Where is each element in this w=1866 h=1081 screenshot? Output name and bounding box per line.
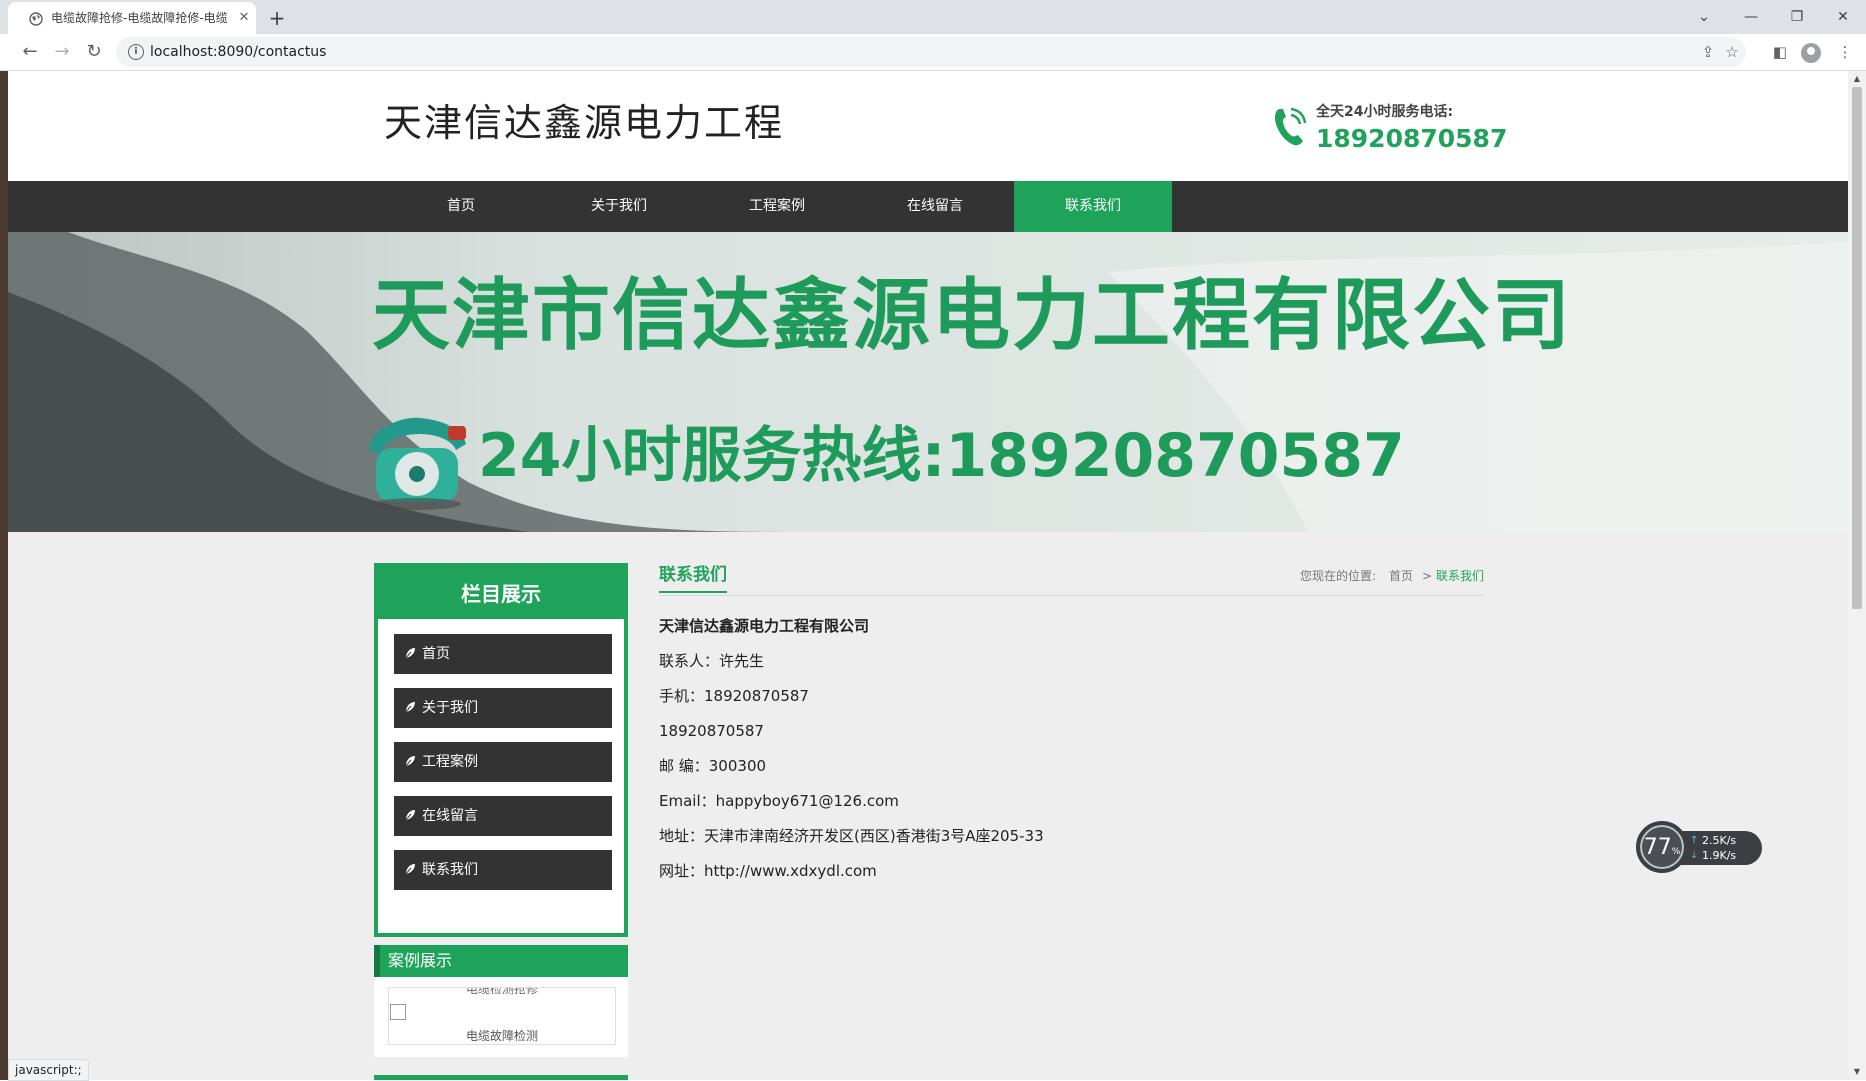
back-icon[interactable]: ← xyxy=(18,40,42,64)
site-logo[interactable]: 天津信达鑫源电力工程 xyxy=(384,99,784,147)
sidebar-item-label: 工程案例 xyxy=(422,754,478,770)
upload-arrow-icon: ↑ xyxy=(1690,835,1699,846)
bookmark-star-icon[interactable]: ☆ xyxy=(1722,42,1742,62)
site-header: 天津信达鑫源电力工程 全天24小时服务电话: 18920870587 xyxy=(8,71,1848,181)
hotline-label: 全天24小时服务电话: xyxy=(1316,104,1454,120)
sidebar-item-contact[interactable]: 联系我们 xyxy=(394,850,612,890)
next-section-border xyxy=(374,1075,628,1080)
hero-banner: 天津市信达鑫源电力工程有限公司 24小时服务热线:18920870587 xyxy=(8,232,1848,532)
breadcrumb-current: 联系我们 xyxy=(1436,569,1485,583)
address: 地址：天津市津南经济开发区(西区)香港街3号A座205-33 xyxy=(659,827,1044,845)
breadcrumb-separator: > xyxy=(1422,569,1433,583)
page-scrollbar[interactable]: ▲ ▼ xyxy=(1848,71,1866,1080)
website: 网址：http://www.xdxydl.com xyxy=(659,862,877,880)
title-divider xyxy=(659,595,1485,596)
url-text[interactable]: localhost:8090/contactus xyxy=(150,43,326,61)
leaf-icon xyxy=(404,756,415,767)
menu-kebab-icon[interactable]: ⋮ xyxy=(1833,40,1857,64)
telephone-icon xyxy=(368,417,466,510)
restore-button[interactable]: ❐ xyxy=(1785,5,1809,29)
download-speed: 1.9K/s xyxy=(1702,849,1737,862)
broken-image-placeholder xyxy=(390,1004,406,1020)
tab-strip: 电缆故障抢修-电缆故障抢修-电缆 ✕ + ⌄ — ❐ ✕ xyxy=(0,0,1866,34)
sidebar-item-label: 关于我们 xyxy=(422,700,478,716)
contact-person: 联系人：许先生 xyxy=(659,652,765,670)
link-status-bar: javascript:; xyxy=(8,1059,89,1081)
secondary-phone: 18920870587 xyxy=(659,722,764,740)
sidebar-item-label: 在线留言 xyxy=(422,808,478,824)
case-card-top-text: 电缆检测抢修 xyxy=(465,987,538,996)
sidebar-heading: 栏目展示 xyxy=(378,567,624,619)
scroll-thumb[interactable] xyxy=(1852,87,1862,609)
upload-speed: 2.5K/s xyxy=(1702,834,1737,847)
company-name: 天津信达鑫源电力工程有限公司 xyxy=(659,617,870,635)
speed-readout: ↑ 2.5K/s ↓ 1.9K/s xyxy=(1676,831,1762,865)
desktop-edge xyxy=(0,71,8,1080)
close-window-button[interactable]: ✕ xyxy=(1831,5,1855,29)
network-speed-widget[interactable]: ↑ 2.5K/s ↓ 1.9K/s 77% xyxy=(1636,821,1762,873)
email: Email：happyboy671@126.com xyxy=(659,792,899,810)
nav-item-cases[interactable]: 工程案例 xyxy=(698,181,856,232)
nav-item-home[interactable]: 首页 xyxy=(382,181,540,232)
nav-item-about[interactable]: 关于我们 xyxy=(540,181,698,232)
scroll-down-icon[interactable]: ▼ xyxy=(1848,1064,1866,1080)
sidebar-item-about[interactable]: 关于我们 xyxy=(394,688,612,728)
nav-item-contact[interactable]: 联系我们 xyxy=(1014,181,1172,232)
sidebar-item-label: 联系我们 xyxy=(422,862,478,878)
leaf-icon xyxy=(404,702,415,713)
phone-icon xyxy=(1275,107,1306,146)
leaf-icon xyxy=(404,648,415,659)
leaf-icon xyxy=(404,864,415,875)
reload-icon[interactable]: ↻ xyxy=(82,40,106,64)
case-showcase-box: 电缆检测抢修 电缆故障检测 xyxy=(374,977,628,1057)
browser-toolbar: ← → ↻ i localhost:8090/contactus ⇪ ☆ ◧ ⋮ xyxy=(0,34,1866,71)
postal-code: 邮 编：300300 xyxy=(659,757,767,775)
tab-title: 电缆故障抢修-电缆故障抢修-电缆 xyxy=(51,11,228,25)
site-info-icon[interactable]: i xyxy=(128,44,144,60)
case-card[interactable]: 电缆检测抢修 电缆故障检测 xyxy=(388,987,616,1045)
hotline-number: 18920870587 xyxy=(1316,124,1508,153)
download-arrow-icon: ↓ xyxy=(1690,850,1699,861)
page-title: 联系我们 xyxy=(659,563,727,593)
forward-icon[interactable]: → xyxy=(50,40,74,64)
minimize-button[interactable]: — xyxy=(1739,5,1763,29)
memory-usage-ring: 77% xyxy=(1636,821,1688,873)
address-bar[interactable]: i localhost:8090/contactus ⇪ ☆ xyxy=(116,37,1746,67)
scroll-up-icon[interactable]: ▲ xyxy=(1848,71,1866,87)
breadcrumb-home[interactable]: 首页 xyxy=(1389,568,1413,584)
side-panel-icon[interactable]: ◧ xyxy=(1768,40,1792,64)
sidebar-item-label: 首页 xyxy=(422,646,450,662)
banner-title: 天津市信达鑫源电力工程有限公司 xyxy=(372,271,1573,361)
sidebar-category-box: 栏目展示 首页 关于我们 工程案例 在线留言 联系我们 xyxy=(374,563,628,937)
mobile-phone: 手机：18920870587 xyxy=(659,687,809,705)
tab-close-icon[interactable]: ✕ xyxy=(235,9,253,27)
share-icon[interactable]: ⇪ xyxy=(1698,42,1718,62)
case-showcase-heading: 案例展示 xyxy=(374,945,628,977)
case-card-caption[interactable]: 电缆故障检测 xyxy=(389,1028,615,1044)
sidebar-item-home[interactable]: 首页 xyxy=(394,634,612,674)
leaf-icon xyxy=(404,810,415,821)
page-viewport: 天津信达鑫源电力工程 全天24小时服务电话: 18920870587 首页 关于… xyxy=(8,71,1848,1080)
sidebar-item-cases[interactable]: 工程案例 xyxy=(394,742,612,782)
browser-tab[interactable]: 电缆故障抢修-电缆故障抢修-电缆 ✕ xyxy=(8,2,256,34)
sidebar-item-message[interactable]: 在线留言 xyxy=(394,796,612,836)
breadcrumb-prefix: 您现在的位置: xyxy=(1300,569,1377,583)
new-tab-button[interactable]: + xyxy=(266,7,288,29)
tab-search-icon[interactable]: ⌄ xyxy=(1692,5,1716,29)
banner-hotline: 24小时服务热线:18920870587 xyxy=(478,421,1405,491)
main-nav: 首页 关于我们 工程案例 在线留言 联系我们 xyxy=(8,181,1848,232)
nav-item-message[interactable]: 在线留言 xyxy=(856,181,1014,232)
profile-avatar-icon[interactable] xyxy=(1801,43,1821,63)
memory-usage-percent: 77% xyxy=(1643,835,1681,860)
globe-icon xyxy=(29,12,43,26)
